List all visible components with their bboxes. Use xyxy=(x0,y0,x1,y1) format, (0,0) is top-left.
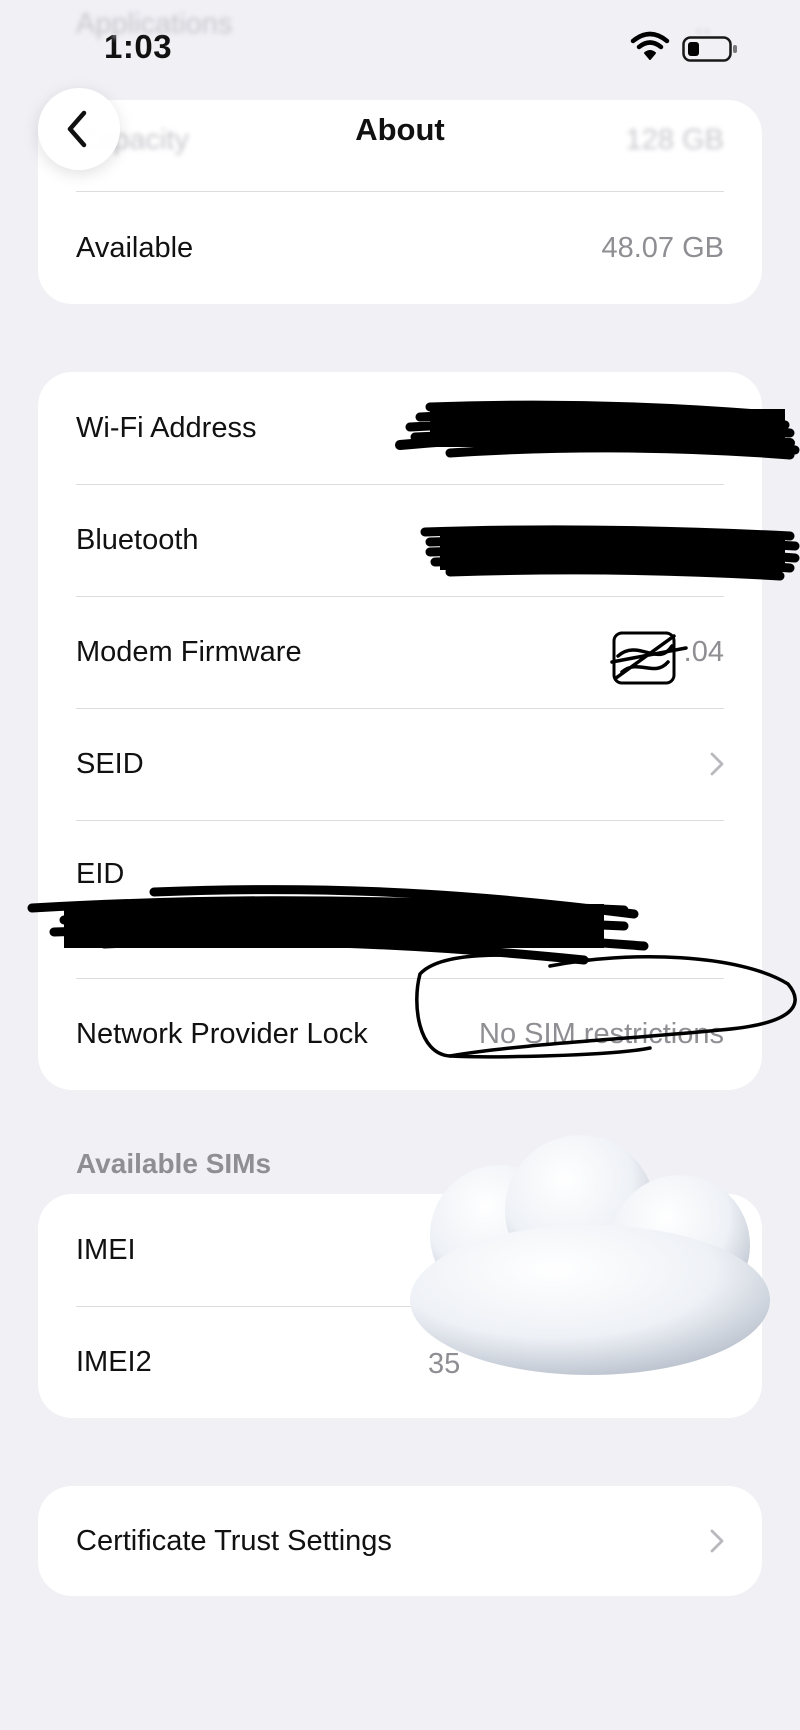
eid-label: EID xyxy=(76,858,125,890)
wifi-icon xyxy=(630,31,670,60)
available-value: 48.07 GB xyxy=(601,231,724,264)
modem-firmware-value: .04 xyxy=(683,635,724,668)
applications-count-ghost: .. xyxy=(695,8,712,40)
divider xyxy=(76,820,724,821)
network-provider-lock-value: No SIM restrictions xyxy=(479,1017,724,1050)
available-label: Available xyxy=(76,231,194,264)
certificate-trust-settings-row[interactable]: Certificate Trust Settings xyxy=(76,1486,724,1596)
cloud-icon xyxy=(410,1135,770,1375)
network-info-card: Wi-Fi Address Bluetooth Modem Firmware .… xyxy=(38,372,762,1090)
applications-row-ghost: Applications xyxy=(76,8,233,40)
chevron-right-icon xyxy=(710,752,724,776)
available-row: Available 48.07 GB xyxy=(76,192,724,304)
modem-firmware-row: Modem Firmware .04 xyxy=(76,596,724,708)
seid-label: SEID xyxy=(76,747,144,780)
bluetooth-row: Bluetooth xyxy=(76,484,724,596)
wifi-address-label: Wi-Fi Address xyxy=(76,411,257,444)
page-title: About xyxy=(355,112,445,147)
section-header-sims: Available SIMs xyxy=(76,1148,272,1179)
chevron-right-icon xyxy=(710,1529,724,1553)
bluetooth-label: Bluetooth xyxy=(76,523,199,556)
certificate-card: Certificate Trust Settings xyxy=(38,1486,762,1596)
wifi-address-row: Wi-Fi Address xyxy=(76,372,724,484)
network-provider-lock-label: Network Provider Lock xyxy=(76,1017,368,1050)
network-provider-lock-row: Network Provider Lock No SIM restriction… xyxy=(76,978,724,1090)
modem-firmware-label: Modem Firmware xyxy=(76,635,302,668)
certificate-trust-settings-label: Certificate Trust Settings xyxy=(76,1524,392,1557)
imei-label: IMEI xyxy=(76,1233,136,1266)
seid-row[interactable]: SEID xyxy=(76,708,724,820)
imei2-label: IMEI2 xyxy=(76,1345,152,1378)
